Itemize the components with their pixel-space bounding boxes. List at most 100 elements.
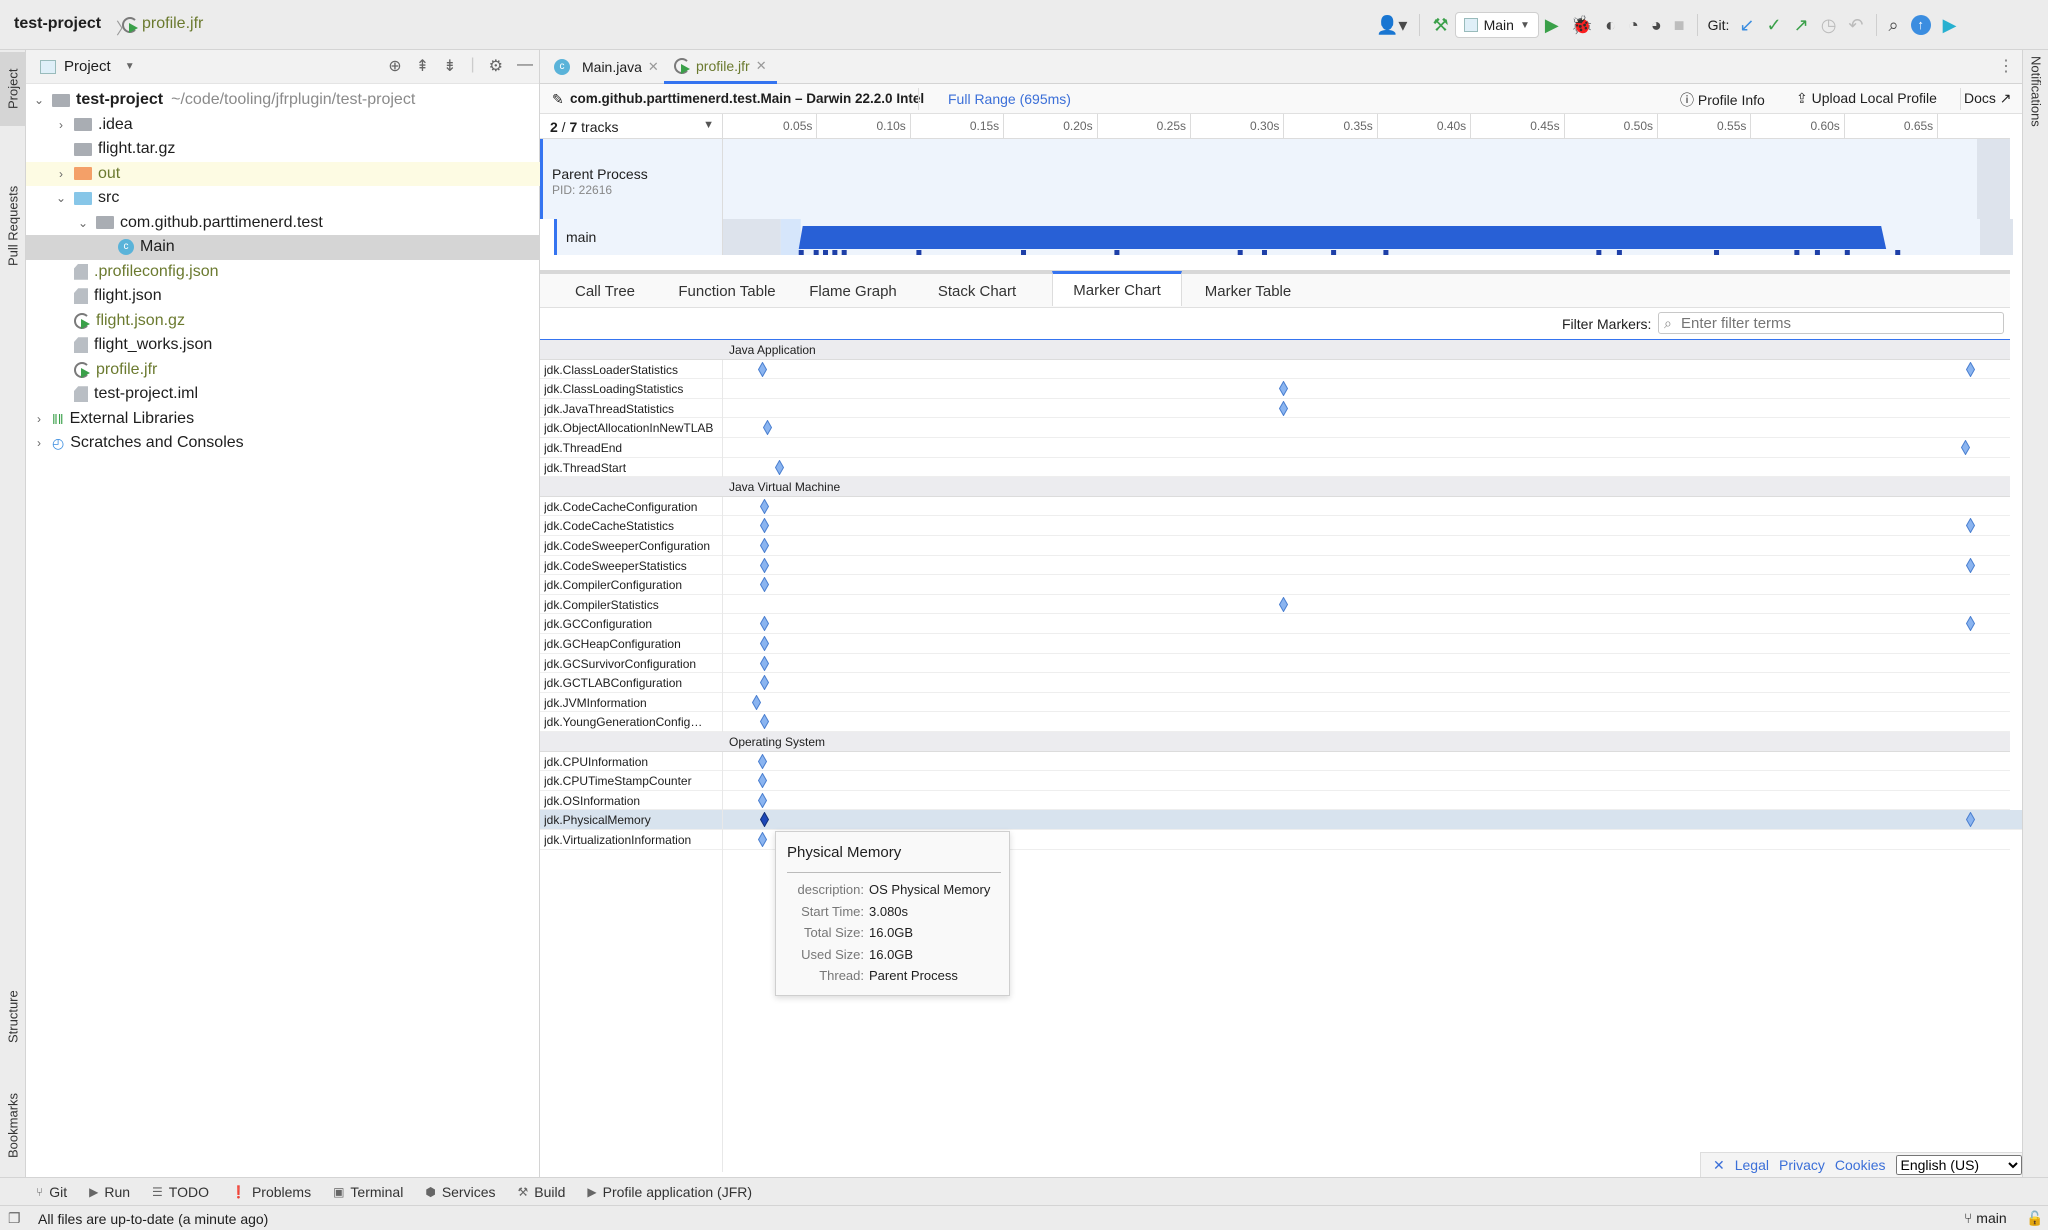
- close-icon[interactable]: ✕: [648, 59, 659, 75]
- tool-window-build[interactable]: ⚒ Build: [518, 1184, 566, 1200]
- privacy-link[interactable]: Privacy: [1779, 1157, 1825, 1173]
- profile-icon[interactable]: ◔: [1628, 15, 1639, 36]
- panel-tab-flame-graph[interactable]: Flame Graph: [798, 274, 908, 308]
- tree-item[interactable]: › ◴ Scratches and Consoles: [26, 431, 540, 456]
- tree-item[interactable]: ⌄ test-project ~/code/tooling/jfrplugin/te…: [26, 88, 540, 113]
- close-legal-button[interactable]: ✕: [1713, 1157, 1725, 1174]
- marker-row[interactable]: jdk.GCTLABConfiguration: [540, 673, 2010, 694]
- instant-marker[interactable]: [759, 537, 769, 554]
- language-select[interactable]: English (US): [1895, 1155, 2022, 1175]
- locate-icon[interactable]: ⊕: [388, 56, 401, 76]
- panel-tab-function-table[interactable]: Function Table: [662, 274, 792, 308]
- tree-item[interactable]: test-project.iml: [26, 382, 540, 407]
- git-rollback-icon[interactable]: ↶: [1848, 15, 1863, 36]
- sample-marker[interactable]: [1844, 250, 1850, 255]
- git-branch-widget[interactable]: ⑂ main: [1964, 1210, 2007, 1226]
- tree-item[interactable]: flight.tar.gz: [26, 137, 540, 162]
- sample-marker[interactable]: [1895, 250, 1901, 255]
- update-icon[interactable]: ↑: [1910, 15, 1931, 35]
- tree-item[interactable]: flight_works.json: [26, 333, 540, 358]
- breadcrumb-project[interactable]: test-project: [14, 15, 101, 33]
- sample-marker[interactable]: [916, 250, 922, 255]
- instant-marker[interactable]: [1278, 380, 1288, 397]
- chevron-right-icon[interactable]: ›: [54, 167, 68, 181]
- profile-alloc-icon[interactable]: ◕: [1651, 15, 1662, 36]
- tree-item[interactable]: ⌄ src: [26, 186, 540, 211]
- instant-marker[interactable]: [759, 655, 769, 672]
- panel-tab-marker-table[interactable]: Marker Table: [1186, 274, 1310, 308]
- instant-marker[interactable]: [1966, 811, 1976, 828]
- more-options-icon[interactable]: ⋮: [1998, 56, 2014, 76]
- chevron-down-icon[interactable]: ⌄: [76, 216, 90, 230]
- tool-window-terminal[interactable]: ▣ Terminal: [333, 1184, 403, 1200]
- instant-marker[interactable]: [1966, 615, 1976, 632]
- marker-row[interactable]: jdk.GCConfiguration: [540, 614, 2010, 635]
- marker-row[interactable]: jdk.OSInformation: [540, 790, 2010, 811]
- marker-row[interactable]: jdk.CPUTimeStampCounter: [540, 771, 2010, 792]
- instant-marker[interactable]: [759, 498, 769, 515]
- instant-marker[interactable]: [1278, 596, 1288, 613]
- upload-button[interactable]: ⇪ Upload Local Profile: [1796, 90, 1937, 107]
- sample-marker[interactable]: [1237, 250, 1243, 255]
- chevron-right-icon[interactable]: ›: [32, 412, 46, 426]
- sample-marker[interactable]: [1794, 250, 1800, 255]
- tool-tab-pull-requests[interactable]: Pull Requests: [0, 146, 26, 306]
- chevron-right-icon[interactable]: ›: [32, 436, 46, 450]
- gear-icon[interactable]: ⚙: [489, 56, 503, 76]
- marker-row[interactable]: jdk.ObjectAllocationInNewTLAB: [540, 418, 2010, 439]
- panel-tab-call-tree[interactable]: Call Tree: [550, 274, 660, 308]
- run-config-selector[interactable]: Main ▼: [1454, 12, 1539, 38]
- marker-row[interactable]: jdk.CodeCacheConfiguration: [540, 496, 2010, 517]
- full-range-breadcrumb[interactable]: Full Range (695ms): [948, 91, 1071, 107]
- marker-row[interactable]: jdk.CodeSweeperStatistics: [540, 555, 2010, 576]
- marker-row[interactable]: jdk.ClassLoaderStatistics: [540, 359, 2010, 380]
- instant-marker[interactable]: [759, 674, 769, 691]
- tool-window-run[interactable]: ▶ Run: [89, 1184, 130, 1200]
- sample-marker[interactable]: [1114, 250, 1120, 255]
- sample-marker[interactable]: [823, 250, 829, 255]
- cpu-activity-graph[interactable]: [798, 226, 1887, 249]
- instant-marker[interactable]: [757, 831, 767, 848]
- edit-pencil-icon[interactable]: ✎: [552, 91, 564, 108]
- close-icon[interactable]: ✕: [756, 58, 767, 74]
- unlock-icon[interactable]: 🔓: [2026, 1210, 2043, 1227]
- build-hammer-icon[interactable]: ⚒: [1432, 15, 1448, 36]
- instant-marker[interactable]: [763, 419, 773, 436]
- tool-window-git[interactable]: ⑂ Git: [36, 1184, 67, 1200]
- profile-info-button[interactable]: ⓘ Profile Info: [1680, 90, 1765, 110]
- tree-item[interactable]: › .idea: [26, 113, 540, 138]
- marker-row[interactable]: jdk.CPUInformation: [540, 751, 2010, 772]
- tree-item[interactable]: c Main: [26, 235, 540, 260]
- profile-title[interactable]: com.github.parttimenerd.test.Main – Darw…: [570, 91, 924, 106]
- instant-marker[interactable]: [1960, 439, 1970, 456]
- instant-marker[interactable]: [759, 576, 769, 593]
- tree-item[interactable]: profile.jfr: [26, 358, 540, 383]
- instant-marker[interactable]: [759, 557, 769, 574]
- collapse-all-icon[interactable]: ⇟: [443, 56, 456, 76]
- tool-tab-structure[interactable]: Structure: [0, 962, 26, 1072]
- marker-row[interactable]: jdk.ClassLoadingStatistics: [540, 379, 2010, 400]
- git-update-icon[interactable]: ↙: [1739, 15, 1754, 36]
- chevron-down-icon[interactable]: ⌄: [54, 191, 68, 205]
- git-history-icon[interactable]: ◷: [1821, 15, 1837, 36]
- project-panel-title[interactable]: Project: [64, 58, 111, 75]
- tree-item[interactable]: flight.json.gz: [26, 309, 540, 334]
- sample-marker[interactable]: [832, 250, 838, 255]
- tracks-selector[interactable]: 2 / 7 tracks ▼: [540, 114, 723, 139]
- coverage-icon[interactable]: ◐: [1605, 15, 1616, 36]
- tool-tab-bookmarks[interactable]: Bookmarks: [0, 1070, 26, 1180]
- sample-marker[interactable]: [1814, 250, 1820, 255]
- expand-all-icon[interactable]: ⇞: [416, 56, 429, 76]
- tree-item[interactable]: › ǁǁ External Libraries: [26, 407, 540, 432]
- search-icon[interactable]: ⌕: [1889, 15, 1899, 36]
- editor-tab-profile-jfr[interactable]: profile.jfr ✕: [664, 50, 777, 84]
- git-push-icon[interactable]: ↗: [1794, 15, 1809, 36]
- git-commit-icon[interactable]: ✓: [1767, 15, 1782, 36]
- account-icon[interactable]: 👤▾: [1376, 15, 1407, 36]
- chevron-right-icon[interactable]: ›: [54, 118, 68, 132]
- instant-marker[interactable]: [752, 694, 762, 711]
- track-parent-process[interactable]: Parent Process PID: 22616: [540, 139, 2010, 219]
- marker-row[interactable]: jdk.CompilerStatistics: [540, 594, 2010, 615]
- sample-marker[interactable]: [1616, 250, 1622, 255]
- sample-marker[interactable]: [1596, 250, 1602, 255]
